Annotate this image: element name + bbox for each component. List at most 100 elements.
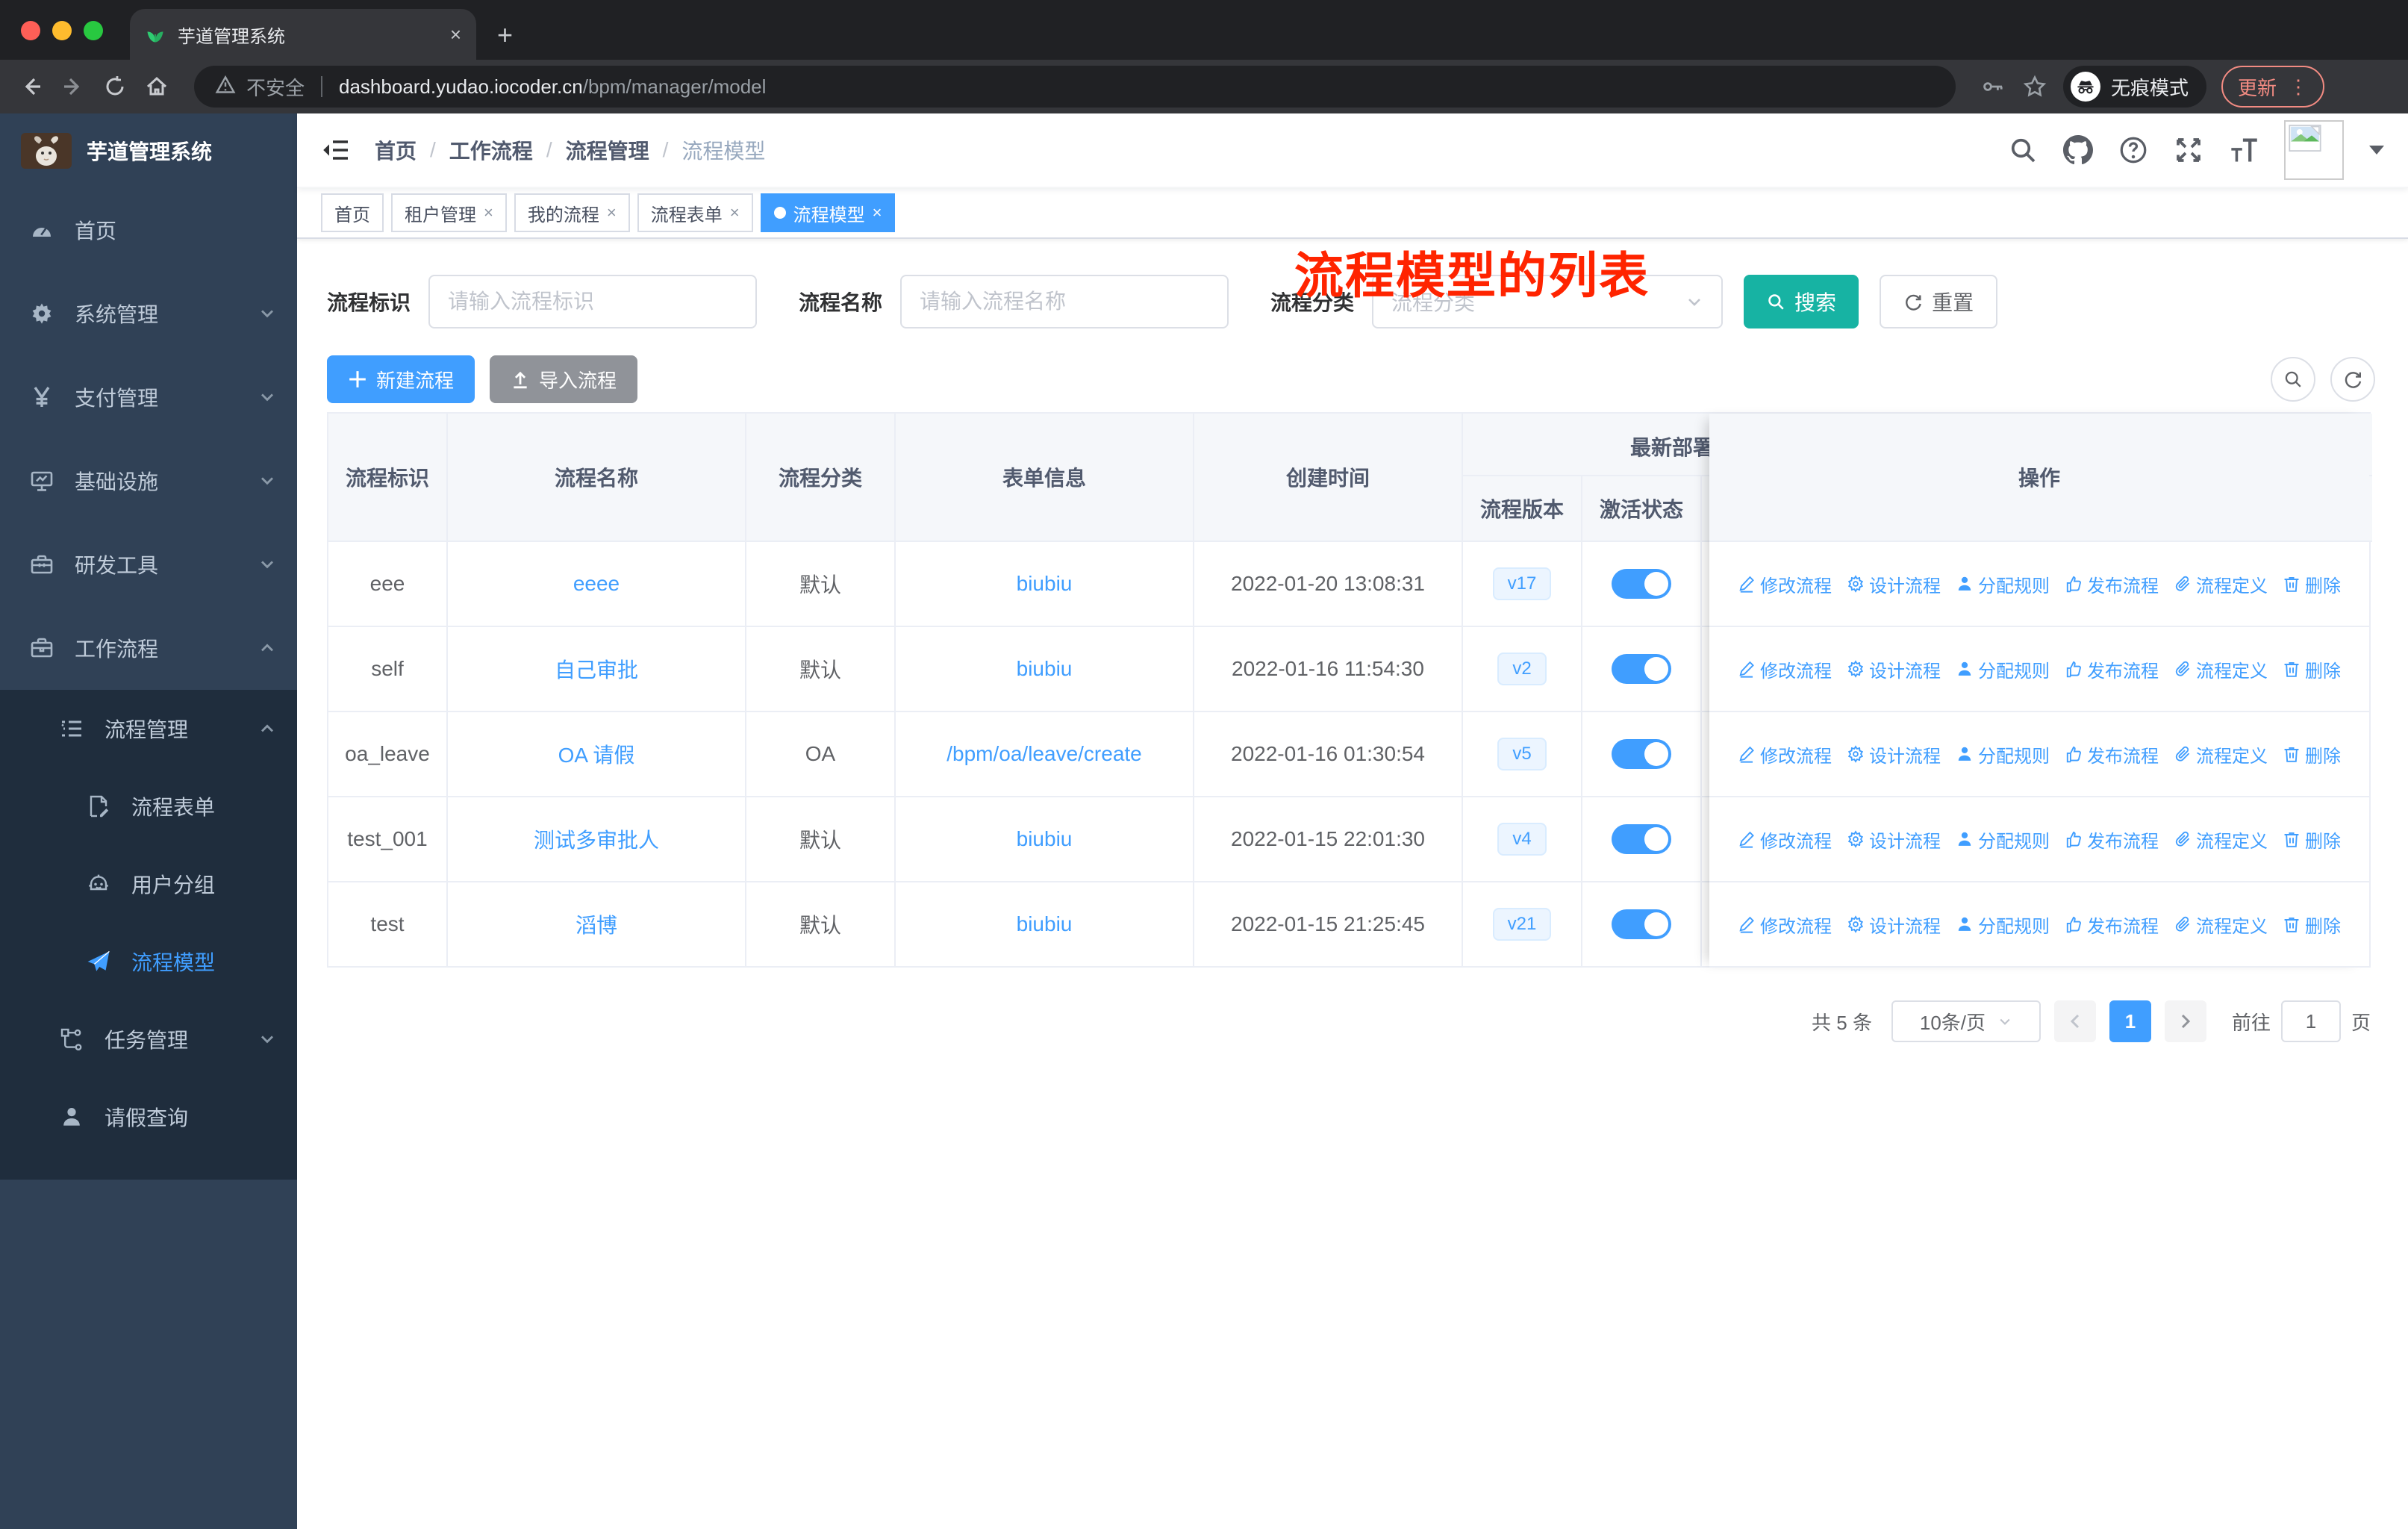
back-icon[interactable] <box>18 73 45 100</box>
process-name-input[interactable] <box>900 275 1229 328</box>
process-name-link[interactable]: 测试多审批人 <box>534 824 659 854</box>
search-button[interactable]: 搜索 <box>1744 275 1859 328</box>
op-设计流程[interactable]: 设计流程 <box>1847 912 1941 938</box>
tag-close-icon[interactable]: × <box>607 203 617 222</box>
minimize-window-button[interactable] <box>52 21 72 40</box>
sidebar-item-流程表单[interactable]: 流程表单 <box>0 767 297 845</box>
op-分配规则[interactable]: 分配规则 <box>1956 571 2050 597</box>
reload-icon[interactable] <box>102 73 128 100</box>
op-流程定义[interactable]: 流程定义 <box>2174 912 2268 938</box>
op-设计流程[interactable]: 设计流程 <box>1847 741 1941 767</box>
process-name-link[interactable]: OA 请假 <box>558 739 635 769</box>
tag-我的流程[interactable]: 我的流程 × <box>514 193 630 232</box>
process-key-input[interactable] <box>428 275 758 328</box>
active-toggle[interactable] <box>1612 909 1671 939</box>
avatar-caret-down-icon[interactable] <box>2369 146 2384 155</box>
form-info-link[interactable]: biubiu <box>1017 827 1073 851</box>
op-发布流程[interactable]: 发布流程 <box>2065 571 2159 597</box>
show-search-icon[interactable] <box>2271 357 2315 402</box>
op-发布流程[interactable]: 发布流程 <box>2065 656 2159 682</box>
op-设计流程[interactable]: 设计流程 <box>1847 656 1941 682</box>
sidebar-item-研发工具[interactable]: 研发工具 <box>0 523 297 606</box>
password-key-icon[interactable] <box>1980 73 2006 100</box>
forward-icon[interactable] <box>60 73 87 100</box>
op-修改流程[interactable]: 修改流程 <box>1738 912 1832 938</box>
tag-close-icon[interactable]: × <box>484 203 493 222</box>
breadcrumb-item[interactable]: 工作流程 <box>449 135 533 165</box>
op-删除[interactable]: 删除 <box>2283 741 2341 767</box>
active-toggle[interactable] <box>1612 739 1671 769</box>
breadcrumb-item[interactable]: 流程管理 <box>566 135 649 165</box>
sidebar-item-支付管理[interactable]: 支付管理 <box>0 355 297 439</box>
reset-button[interactable]: 重置 <box>1880 275 1998 328</box>
tag-close-icon[interactable]: × <box>873 203 882 222</box>
form-info-link[interactable]: /bpm/oa/leave/create <box>946 742 1142 766</box>
browser-tab[interactable]: 芋道管理系统 × <box>130 9 476 60</box>
bookmark-star-icon[interactable] <box>2021 73 2048 100</box>
op-删除[interactable]: 删除 <box>2283 656 2341 682</box>
op-修改流程[interactable]: 修改流程 <box>1738 656 1832 682</box>
form-info-link[interactable]: biubiu <box>1017 572 1073 596</box>
op-发布流程[interactable]: 发布流程 <box>2065 741 2159 767</box>
font-size-icon[interactable] <box>2229 135 2259 165</box>
op-设计流程[interactable]: 设计流程 <box>1847 571 1941 597</box>
sidebar-item-用户分组[interactable]: 用户分组 <box>0 845 297 923</box>
tag-首页[interactable]: 首页 <box>321 193 384 232</box>
op-修改流程[interactable]: 修改流程 <box>1738 571 1832 597</box>
form-info-link[interactable]: biubiu <box>1017 912 1073 936</box>
create-process-button[interactable]: 新建流程 <box>327 355 475 403</box>
page-number-button[interactable]: 1 <box>2109 1000 2151 1042</box>
refresh-table-icon[interactable] <box>2330 357 2375 402</box>
breadcrumb-item[interactable]: 首页 <box>375 135 417 165</box>
op-修改流程[interactable]: 修改流程 <box>1738 826 1832 853</box>
active-toggle[interactable] <box>1612 654 1671 684</box>
import-process-button[interactable]: 导入流程 <box>490 355 638 403</box>
process-name-link[interactable]: 滔博 <box>576 909 617 939</box>
sidebar-item-系统管理[interactable]: 系统管理 <box>0 272 297 355</box>
next-page-button[interactable] <box>2164 1000 2206 1042</box>
form-info-link[interactable]: biubiu <box>1017 657 1073 681</box>
sidebar-item-请假查询[interactable]: 请假查询 <box>0 1078 297 1156</box>
fullscreen-icon[interactable] <box>2174 135 2203 165</box>
prev-page-button[interactable] <box>2053 1000 2096 1042</box>
op-流程定义[interactable]: 流程定义 <box>2174 656 2268 682</box>
op-发布流程[interactable]: 发布流程 <box>2065 826 2159 853</box>
op-分配规则[interactable]: 分配规则 <box>1956 741 2050 767</box>
chrome-update-button[interactable]: 更新 ⋮ <box>2221 66 2325 108</box>
op-设计流程[interactable]: 设计流程 <box>1847 826 1941 853</box>
goto-page-input[interactable] <box>2280 1000 2341 1042</box>
op-分配规则[interactable]: 分配规则 <box>1956 912 2050 938</box>
op-流程定义[interactable]: 流程定义 <box>2174 826 2268 853</box>
tag-租户管理[interactable]: 租户管理 × <box>391 193 507 232</box>
sidebar-item-任务管理[interactable]: 任务管理 <box>0 1000 297 1078</box>
op-发布流程[interactable]: 发布流程 <box>2065 912 2159 938</box>
home-icon[interactable] <box>143 73 170 100</box>
collapse-sidebar-icon[interactable] <box>321 135 351 165</box>
page-size-select[interactable]: 10条/页 <box>1891 1000 2041 1042</box>
op-分配规则[interactable]: 分配规则 <box>1956 656 2050 682</box>
github-icon[interactable] <box>2063 135 2093 165</box>
new-tab-button[interactable]: + <box>497 19 513 51</box>
header-search-icon[interactable] <box>2008 135 2038 165</box>
tag-流程表单[interactable]: 流程表单 × <box>637 193 753 232</box>
tag-close-icon[interactable]: × <box>730 203 740 222</box>
tab-close-icon[interactable]: × <box>450 23 461 46</box>
active-toggle[interactable] <box>1612 569 1671 599</box>
sidebar-item-首页[interactable]: 首页 <box>0 188 297 272</box>
process-name-link[interactable]: eeee <box>573 572 620 596</box>
sidebar-logo[interactable]: 芋道管理系统 <box>0 113 297 188</box>
menu-dots-icon[interactable]: ⋮ <box>2289 77 2308 96</box>
op-删除[interactable]: 删除 <box>2283 571 2341 597</box>
address-bar[interactable]: 不安全 dashboard.yudao.iocoder.cn/bpm/manag… <box>194 66 1956 108</box>
active-toggle[interactable] <box>1612 824 1671 854</box>
sidebar-item-流程模型[interactable]: 流程模型 <box>0 923 297 1000</box>
op-修改流程[interactable]: 修改流程 <box>1738 741 1832 767</box>
maximize-window-button[interactable] <box>84 21 103 40</box>
help-icon[interactable] <box>2118 135 2148 165</box>
close-window-button[interactable] <box>21 21 40 40</box>
tag-流程模型[interactable]: 流程模型 × <box>760 193 896 232</box>
op-分配规则[interactable]: 分配规则 <box>1956 826 2050 853</box>
sidebar-item-流程管理[interactable]: 流程管理 <box>0 690 297 767</box>
user-avatar[interactable] <box>2284 120 2344 180</box>
op-删除[interactable]: 删除 <box>2283 912 2341 938</box>
